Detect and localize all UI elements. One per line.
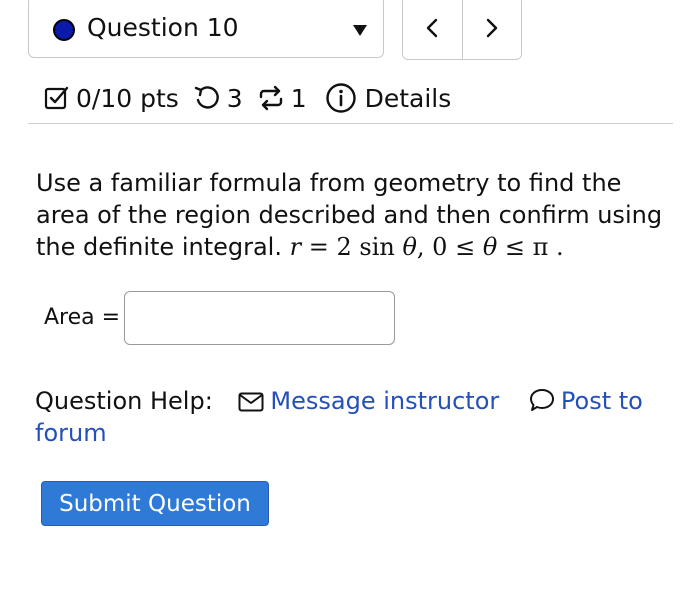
area-label: Area = <box>44 305 121 330</box>
question-label: Question 10 <box>87 13 239 42</box>
repeat-icon <box>259 85 282 111</box>
envelope-icon <box>238 392 264 412</box>
attempts-indicator: 3 <box>193 84 243 113</box>
info-icon <box>325 83 356 113</box>
points-indicator: 0/10 pts <box>44 84 179 113</box>
chevron-left-icon <box>427 18 438 38</box>
message-instructor-link[interactable]: Message instructor <box>238 387 506 415</box>
prev-question-button[interactable] <box>403 0 462 59</box>
retries-indicator: 1 <box>257 84 307 113</box>
area-input[interactable] <box>124 291 395 345</box>
details-button[interactable]: Details <box>325 82 452 114</box>
status-dot-icon <box>53 19 75 41</box>
divider <box>28 123 673 124</box>
question-selector[interactable]: Question 10 <box>28 0 384 58</box>
attempts-count: 3 <box>226 83 243 113</box>
speech-bubble-icon <box>529 389 554 411</box>
question-prompt: Use a familiar formula from geometry to … <box>36 167 676 263</box>
undo-icon <box>194 86 219 109</box>
prompt-math: r = 2 sin θ, 0 ≤ θ ≤ π . <box>289 233 564 261</box>
chevron-right-icon <box>486 18 497 38</box>
caret-down-icon <box>353 25 367 36</box>
help-label: Question Help: <box>35 387 213 415</box>
submit-question-button[interactable]: Submit Question <box>41 481 269 526</box>
question-help: Question Help: Message instructor Post t… <box>35 385 675 449</box>
details-label: Details <box>364 83 452 113</box>
question-meta: 0/10 pts 3 1 Details <box>44 80 451 116</box>
checkbox-icon <box>44 86 69 110</box>
points-text: 0/10 pts <box>76 83 179 113</box>
question-nav <box>402 0 522 60</box>
next-question-button[interactable] <box>461 0 521 59</box>
retries-count: 1 <box>290 83 307 113</box>
